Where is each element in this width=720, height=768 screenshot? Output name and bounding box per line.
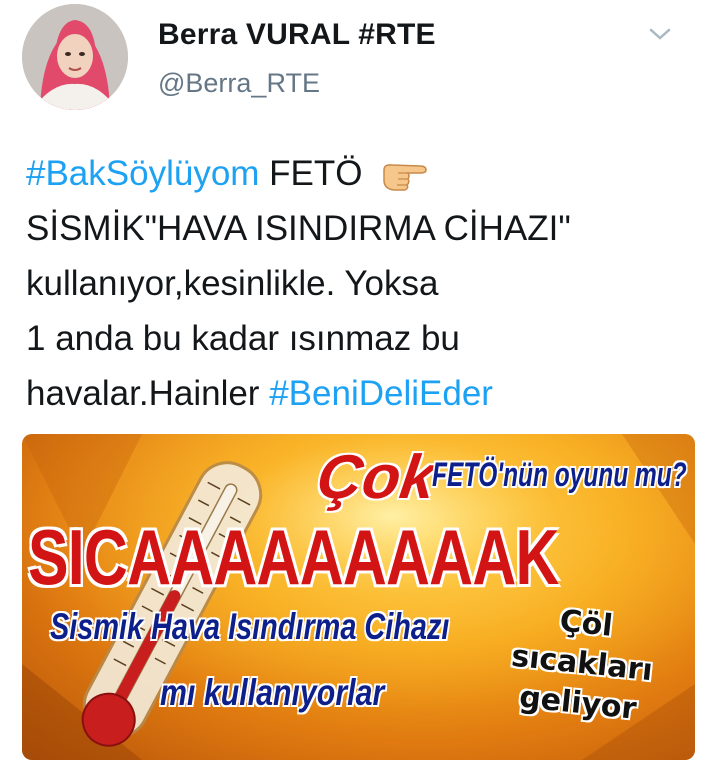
- avatar[interactable]: [22, 4, 128, 110]
- tweet-text-line: SİSMİK"HAVA ISINDIRMA CİHAZI": [26, 209, 571, 248]
- tweet-text-line: kullanıyor,kesinlikle. Yoksa: [26, 264, 439, 303]
- pointing-hand-icon: [383, 163, 428, 191]
- tweet-text-segment: havalar.Hainler: [26, 374, 270, 413]
- author-name[interactable]: Berra VURAL #RTE: [158, 18, 436, 52]
- tweet-text-line: 1 anda bu kadar ısınmaz bu: [26, 319, 460, 358]
- subline-kullaniyorlar: mı kullanıyorlar: [160, 672, 385, 713]
- tweet-media-image[interactable]: Çok FETÖ'nün oyunu mu? SICAAAAAAAAAK Sis…: [22, 434, 695, 760]
- subline-sismik: Sismik Hava Isındırma Cihazı: [50, 606, 450, 647]
- headline-cok: Çok: [313, 443, 440, 512]
- tweet-text-segment: FETÖ: [259, 154, 363, 193]
- headline-feto: FETÖ'nün oyunu mu?: [432, 456, 687, 494]
- chevron-down-icon[interactable]: [648, 26, 672, 42]
- avatar-photo: [22, 4, 128, 110]
- author-handle[interactable]: @Berra_RTE: [158, 68, 320, 99]
- hashtag-link[interactable]: #BakSöylüyom: [26, 154, 259, 193]
- headline-sicak: SICAAAAAAAAAK: [28, 513, 559, 601]
- hashtag-link[interactable]: #BeniDeliEder: [269, 374, 493, 413]
- desert-heat-badge: Çöl sıcakları geliyor: [486, 595, 678, 733]
- tweet-text: #BakSöylüyom FETÖ SİSMİK"HAVA ISINDIRMA …: [26, 146, 706, 421]
